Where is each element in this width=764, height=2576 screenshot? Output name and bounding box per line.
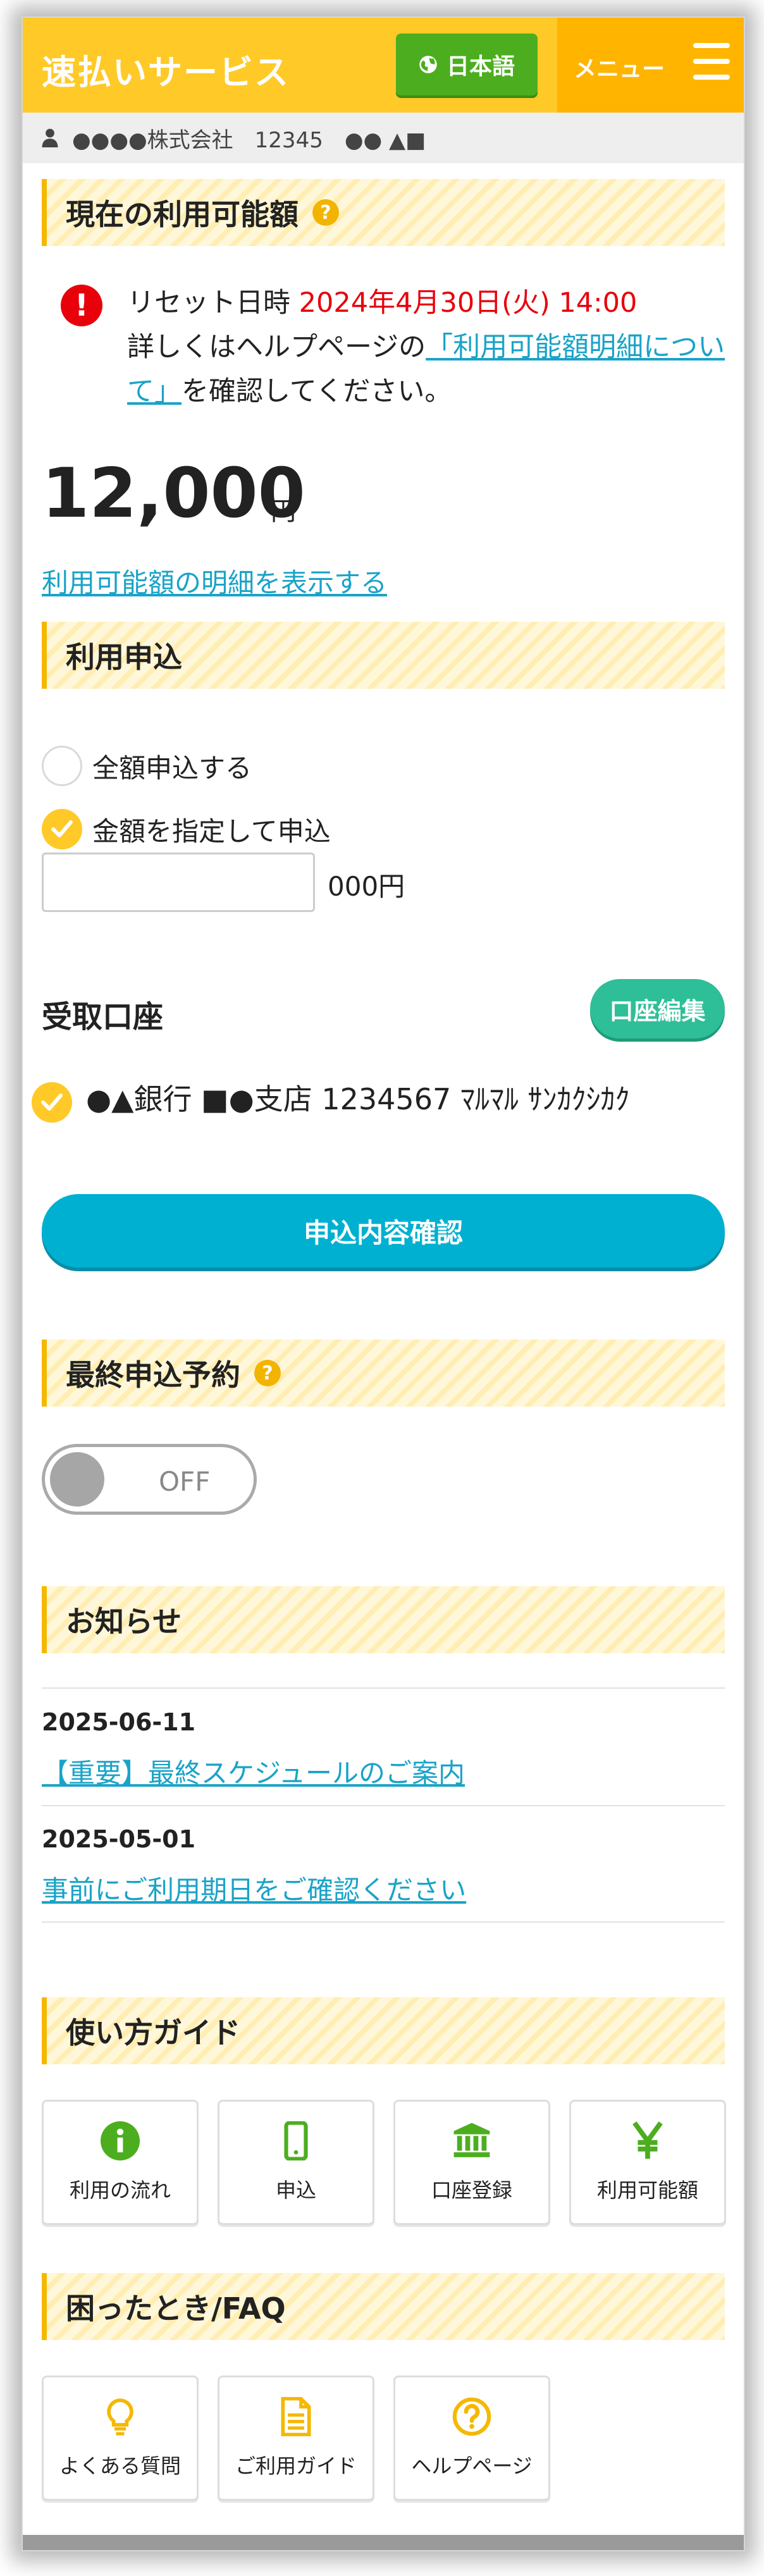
- news-divider: [42, 1805, 725, 1806]
- confirm-application-button[interactable]: 申込内容確認: [42, 1194, 725, 1267]
- news-section-title: お知らせ: [66, 1605, 182, 1639]
- guide-tile-apply[interactable]: 申込: [218, 2100, 374, 2225]
- application-section-header: 利用申込: [42, 622, 725, 689]
- final-reservation-toggle[interactable]: OFF: [42, 1444, 257, 1515]
- faq-tile-help[interactable]: ヘルプページ: [393, 2376, 550, 2501]
- document-icon: [281, 2397, 311, 2436]
- faq-section-header: 困ったとき/FAQ: [42, 2273, 725, 2340]
- language-button[interactable]: 日本語: [396, 34, 538, 96]
- menu-button[interactable]: メニュー: [557, 18, 744, 113]
- guide-tile-available[interactable]: 利用可能額: [569, 2100, 726, 2225]
- available-section-header: 現在の利用可能額 ?: [42, 179, 725, 246]
- app-header: 速払いサービス 日本語 メニュー: [23, 18, 744, 113]
- available-amount: 12,000: [42, 454, 305, 533]
- app-title[interactable]: 速払いサービス: [42, 44, 290, 94]
- news-date: 2025-05-01: [42, 1825, 196, 1853]
- amount-input[interactable]: [42, 853, 315, 912]
- reset-datetime: 2024年4月30日(火) 14:00: [299, 287, 638, 319]
- radio-full-circle[interactable]: [42, 746, 82, 786]
- radio-full-label: 全額申込する: [92, 752, 252, 784]
- user-company: ●●●●株式会社 12345 ●● ▲■: [72, 127, 426, 153]
- language-label: 日本語: [446, 54, 515, 80]
- check-icon: [41, 1094, 63, 1111]
- info-icon: [101, 2121, 140, 2160]
- faq-section-title: 困ったとき/FAQ: [66, 2291, 286, 2326]
- radio-specify-amount[interactable]: 金額を指定して申込: [42, 808, 331, 850]
- reset-notice: リセット日時 2024年4月30日(火) 14:00 詳しくはヘルプページの「利…: [127, 281, 734, 414]
- reset-label: リセット日時: [127, 287, 299, 319]
- check-icon: [51, 820, 73, 837]
- news-link[interactable]: 【重要】最終スケジュールのご案内: [42, 1752, 465, 1790]
- guide-tile-label: 利用の流れ: [69, 2178, 171, 2202]
- news-divider: [42, 1687, 725, 1689]
- smartphone-icon: [284, 2121, 308, 2160]
- yen-icon: [632, 2121, 663, 2159]
- guide-tiles: 利用の流れ 申込 口座登録 利用可能額: [42, 2100, 726, 2225]
- news-date: 2025-06-11: [42, 1708, 196, 1736]
- help-prefix: 詳しくはヘルプページの: [127, 331, 426, 363]
- question-icon: [452, 2397, 491, 2436]
- guide-tile-flow[interactable]: 利用の流れ: [42, 2100, 199, 2225]
- bank-icon: [453, 2123, 490, 2157]
- news-link[interactable]: 事前にご利用期日をご確認ください: [42, 1869, 466, 1907]
- amount-unit: 円: [271, 497, 296, 526]
- guide-tile-label: 申込: [275, 2178, 316, 2202]
- lightbulb-icon: [107, 2398, 133, 2436]
- receiving-account-title: 受取口座: [42, 999, 164, 1035]
- account-selected-check[interactable]: [32, 1082, 82, 1123]
- toggle-knob: [50, 1452, 104, 1507]
- guide-tile-label: 口座登録: [431, 2178, 512, 2202]
- radio-full-amount[interactable]: 全額申込する: [42, 745, 252, 787]
- amount-input-suffix: 000円: [328, 871, 405, 902]
- faq-tile-guide[interactable]: ご利用ガイド: [218, 2376, 374, 2501]
- available-section-title: 現在の利用可能額: [66, 197, 299, 231]
- faq-tile-label: ヘルプページ: [411, 2454, 533, 2478]
- user-icon: [42, 128, 58, 147]
- final-reservation-title: 最終申込予約: [66, 1358, 240, 1392]
- help-question-icon[interactable]: ?: [254, 1360, 281, 1386]
- faq-tile-label: ご利用ガイド: [235, 2454, 357, 2478]
- screen-frame: 速払いサービス 日本語 メニュー ●●●●株式会社 12345 ●● ▲■ 現在…: [0, 0, 764, 2576]
- guide-section-title: 使い方ガイド: [66, 2016, 240, 2050]
- faq-tile-label: よくある質問: [59, 2454, 181, 2478]
- guide-tile-account[interactable]: 口座登録: [393, 2100, 550, 2225]
- help-suffix: を確認してください。: [182, 376, 452, 407]
- help-question-icon[interactable]: ?: [312, 199, 339, 226]
- show-detail-link[interactable]: 利用可能額の明細を表示する: [42, 562, 387, 600]
- hamburger-icon: [693, 43, 730, 83]
- bottom-bar: [23, 2535, 744, 2550]
- faq-tile-questions[interactable]: よくある質問: [42, 2376, 199, 2501]
- alert-icon: !: [61, 285, 102, 326]
- menu-label: メニュー: [574, 56, 665, 82]
- radio-specify-label: 金額を指定して申込: [92, 815, 331, 847]
- news-section-header: お知らせ: [42, 1586, 725, 1653]
- guide-section-header: 使い方ガイド: [42, 1997, 725, 2064]
- application-section-title: 利用申込: [66, 640, 182, 674]
- guide-tile-label: 利用可能額: [596, 2178, 698, 2202]
- radio-specify-circle[interactable]: [42, 809, 82, 849]
- globe-icon: [419, 56, 437, 73]
- news-divider: [42, 1921, 725, 1923]
- edit-account-button[interactable]: 口座編集: [590, 979, 725, 1038]
- final-reservation-section-header: 最終申込予約 ?: [42, 1340, 725, 1407]
- phone-viewport: 速払いサービス 日本語 メニュー ●●●●株式会社 12345 ●● ▲■ 現在…: [23, 18, 744, 2550]
- toggle-label: OFF: [159, 1466, 211, 1497]
- faq-tiles: よくある質問 ご利用ガイド ヘルプページ: [42, 2376, 550, 2501]
- account-details: ●▲銀行 ■●支店 1234567 ﾏﾙﾏﾙ ｻﾝｶｸｼｶｸ: [86, 1082, 630, 1116]
- user-info-bar: ●●●●株式会社 12345 ●● ▲■: [23, 113, 744, 163]
